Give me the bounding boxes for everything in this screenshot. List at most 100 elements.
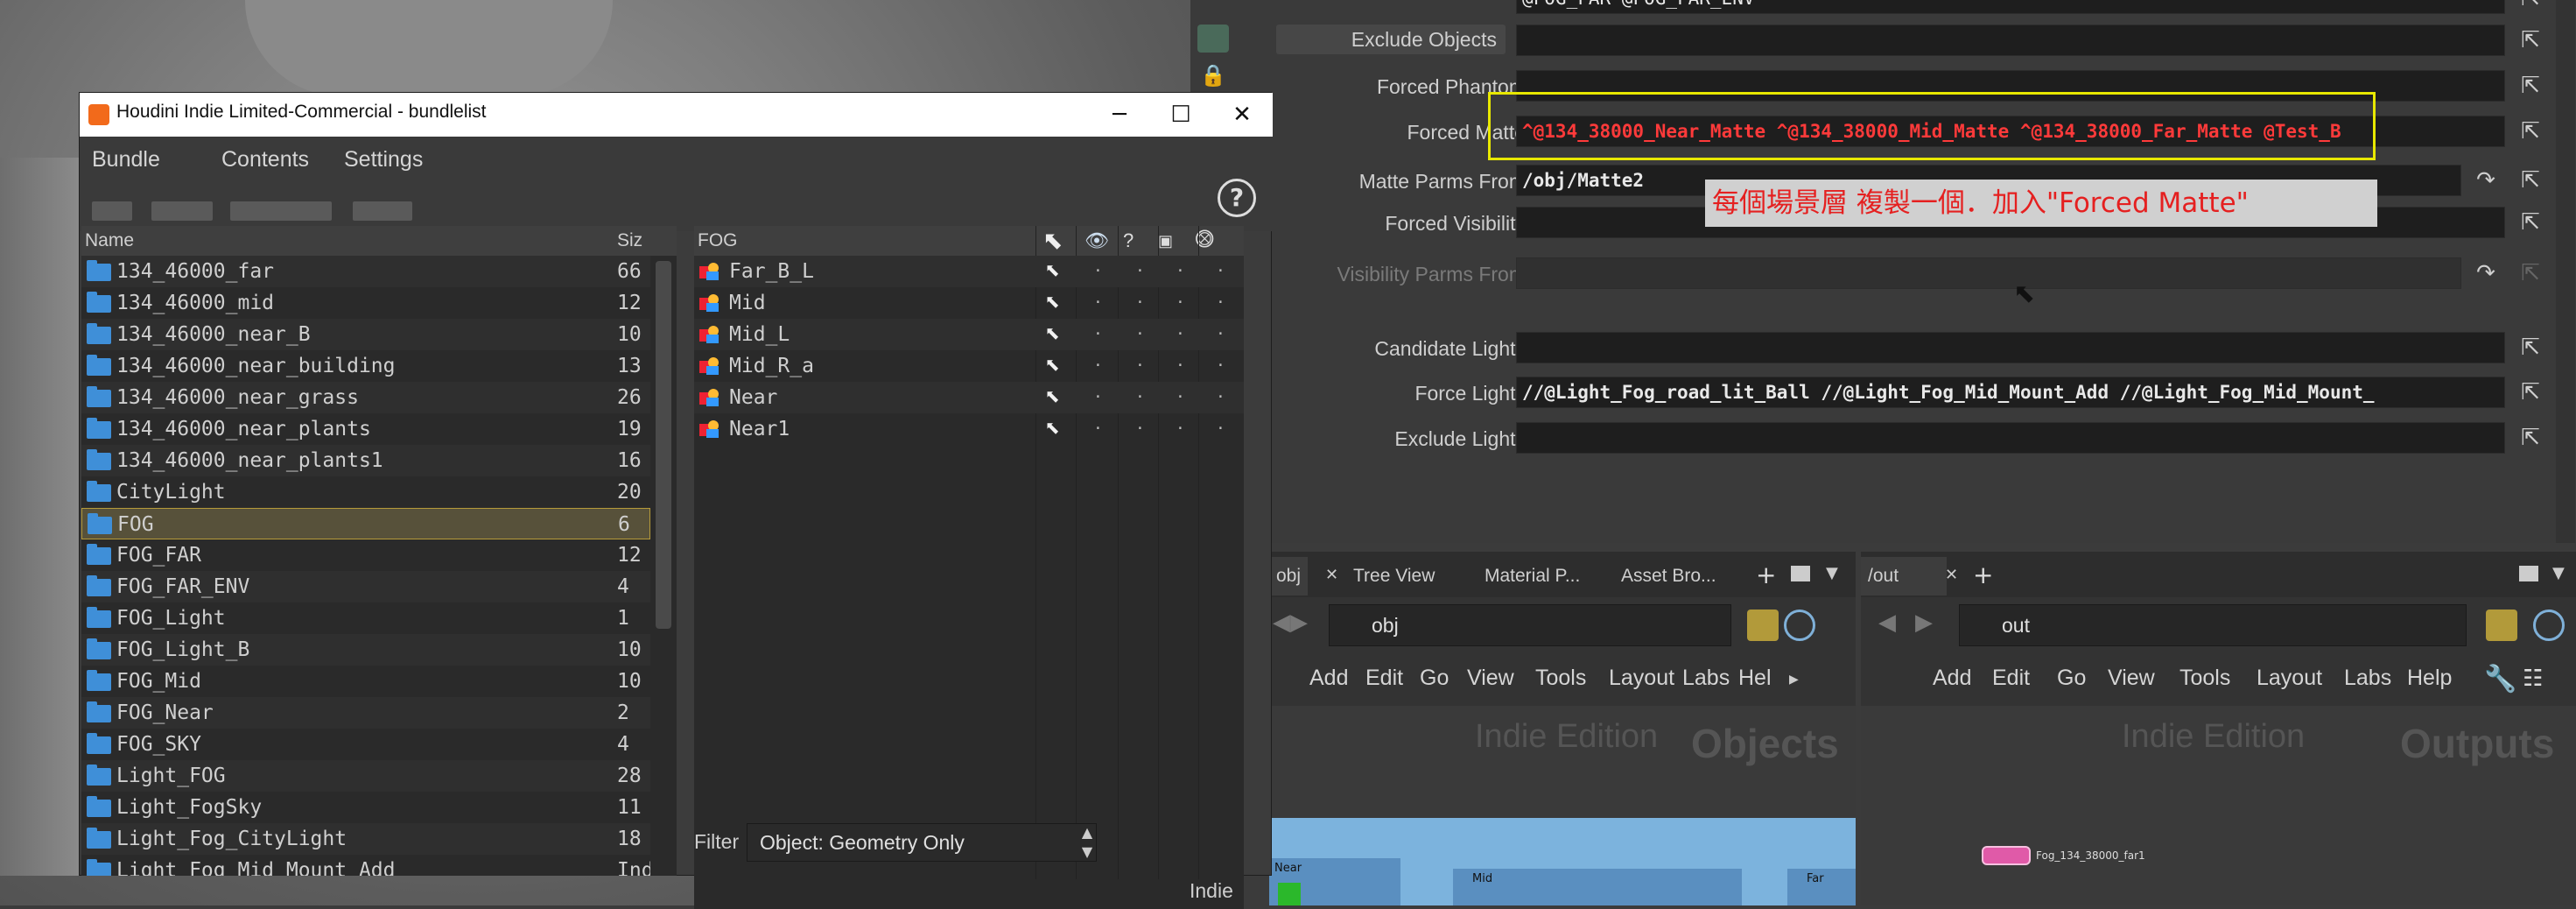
pane-layout-icon[interactable] (2519, 566, 2538, 581)
forward-icon[interactable]: ▶ (1290, 610, 1308, 636)
menu-view[interactable]: View (1467, 666, 1514, 691)
select-objects-icon[interactable]: ⇱ (2512, 208, 2549, 236)
close-button[interactable]: ✕ (1211, 93, 1273, 137)
bundle-list-scroll-thumb[interactable] (656, 261, 671, 629)
template-column-icon[interactable]: ▣ (1158, 226, 1173, 256)
node-near[interactable]: Near (1269, 858, 1400, 905)
visible-dot[interactable]: · (1093, 413, 1103, 445)
menu-help[interactable]: Help (2407, 666, 2452, 691)
top-objects-field[interactable]: @FOG_FAR @FOG_FAR_ENV (1516, 0, 2505, 14)
menu-add[interactable]: Add (1933, 666, 1971, 691)
visible-dot[interactable]: · (1093, 319, 1103, 350)
menu-bundle[interactable]: Bundle (92, 147, 160, 173)
menu-layout[interactable]: Layout (2257, 666, 2322, 691)
bundle-row[interactable]: CityLight 20 (81, 476, 650, 508)
exclude-lights-field[interactable] (1516, 422, 2505, 454)
rop-node[interactable] (1982, 846, 2031, 865)
menu-labs[interactable]: Labs (1682, 666, 1730, 691)
column-size[interactable]: Siz (617, 226, 642, 256)
visible-dot[interactable]: · (1093, 350, 1103, 382)
jump-to-icon[interactable]: ↷ (2468, 166, 2503, 194)
content-row[interactable]: Near ⬉ · · · · (694, 382, 1244, 413)
bundle-tools-icon[interactable] (151, 201, 213, 221)
wrench-icon[interactable]: 🔧 (2484, 664, 2516, 694)
menu-edit[interactable]: Edit (1365, 666, 1403, 691)
menu-view[interactable]: View (2108, 666, 2155, 691)
back-icon[interactable]: ◀ (1273, 610, 1290, 636)
folder-tools-icon[interactable] (92, 201, 132, 221)
menu-help[interactable]: Hel (1738, 666, 1772, 691)
network-editor[interactable]: Indie Edition Outputs Fog_134_38000_far1 (1861, 706, 2576, 905)
display-dot[interactable]: · (1135, 319, 1145, 350)
display-dot[interactable]: · (1135, 287, 1145, 319)
content-row[interactable]: Near1 ⬉ · · · · (694, 413, 1244, 445)
display-dot[interactable]: · (1135, 382, 1145, 413)
bypass-dot[interactable]: · (1216, 287, 1225, 319)
network-editor[interactable]: Indie Edition Objects Near Mid Far (1269, 706, 1856, 905)
tree-icon[interactable]: ☷ (2523, 666, 2543, 692)
bypass-dot[interactable]: · (1216, 382, 1225, 413)
select-objects-icon[interactable]: ⇱ (2512, 26, 2549, 54)
content-row[interactable]: Mid ⬉ · · · · (694, 287, 1244, 319)
node-mid[interactable]: Mid (1453, 869, 1742, 905)
content-row[interactable]: Mid_L ⬉ · · · · (694, 319, 1244, 350)
menu-layout[interactable]: Layout (1609, 666, 1674, 691)
visible-dot[interactable]: · (1093, 256, 1103, 287)
bundle-row[interactable]: FOG_Light 1 (81, 602, 650, 634)
chevron-down-icon[interactable]: ▼ (1826, 564, 1838, 582)
bundle-row[interactable]: 134_46000_near_grass 26 (81, 382, 650, 413)
bundle-row[interactable]: Light_FOG 28 (81, 760, 650, 792)
bypass-dot[interactable]: · (1216, 319, 1225, 350)
chevron-updown-icon[interactable]: ▲ ▼ (1077, 823, 1097, 862)
visible-dot[interactable]: · (1093, 382, 1103, 413)
select-objects-icon[interactable]: ⇱ (2512, 0, 2549, 12)
jump-to-icon[interactable]: ↷ (2468, 259, 2503, 287)
menu-go[interactable]: Go (2057, 666, 2086, 691)
menu-add[interactable]: Add (1309, 666, 1348, 691)
network-path-select[interactable]: out (1959, 604, 2467, 646)
help-icon[interactable]: ? (1218, 179, 1256, 217)
sync-icon[interactable] (2533, 610, 2565, 641)
bundle-row[interactable]: Light_FogSky 11 (81, 792, 650, 823)
exclude-objects-field[interactable] (1516, 25, 2505, 56)
bundle-row[interactable]: 134_46000_near_B 10 (81, 319, 650, 350)
window-titlebar[interactable]: Houdini Indie Limited-Commercial - bundl… (80, 93, 1273, 137)
chevron-right-icon[interactable]: ▶ (1789, 673, 1799, 687)
bundle-row[interactable]: 134_46000_mid 12 (81, 287, 650, 319)
bundle-row[interactable]: FOG_Light_B 10 (81, 634, 650, 666)
maximize-button[interactable]: ☐ (1150, 93, 1211, 137)
display-dot[interactable]: · (1135, 256, 1145, 287)
visible-dot[interactable]: · (1093, 287, 1103, 319)
menu-contents[interactable]: Contents (221, 147, 309, 173)
back-icon[interactable]: ◀ (1878, 610, 1896, 636)
flag-tools-icon[interactable] (230, 201, 332, 221)
minimize-button[interactable]: ─ (1089, 93, 1150, 137)
column-name[interactable]: Name (85, 226, 134, 256)
bundle-row[interactable]: 134_46000_near_plants 19 (81, 413, 650, 445)
display-dot[interactable]: · (1135, 350, 1145, 382)
content-row[interactable]: Far_B_L ⬉ · · · · (694, 256, 1244, 287)
template-dot[interactable]: · (1176, 413, 1185, 445)
select-objects-icon[interactable]: ⇱ (2512, 166, 2549, 194)
menu-go[interactable]: Go (1420, 666, 1449, 691)
bundle-row[interactable]: FOG_Mid 10 (81, 666, 650, 697)
light-tools-icon[interactable] (353, 201, 412, 221)
sync-icon[interactable] (1784, 610, 1815, 641)
bypass-dot[interactable]: · (1216, 413, 1225, 445)
network-path-select[interactable]: obj (1329, 604, 1731, 646)
template-dot[interactable]: · (1176, 287, 1185, 319)
selectable-icon[interactable]: ⬉ (1044, 384, 1060, 412)
add-tab-icon[interactable]: + (1756, 560, 1776, 589)
add-tab-icon[interactable]: + (1973, 560, 1993, 589)
menu-tools[interactable]: Tools (1535, 666, 1586, 691)
select-objects-icon[interactable]: ⇱ (2512, 72, 2549, 100)
select-lights-icon[interactable]: ⇱ (2512, 424, 2549, 452)
pin-icon[interactable] (1747, 610, 1779, 641)
template-dot[interactable]: · (1176, 350, 1185, 382)
template-dot[interactable]: · (1176, 256, 1185, 287)
pane-layout-icon[interactable] (1791, 566, 1810, 581)
visible-column-icon[interactable]: 👁 (1084, 226, 1109, 256)
display-dot[interactable]: · (1135, 413, 1145, 445)
bypass-dot[interactable]: · (1216, 350, 1225, 382)
bundle-row-selected[interactable]: FOG 6 (81, 508, 650, 539)
